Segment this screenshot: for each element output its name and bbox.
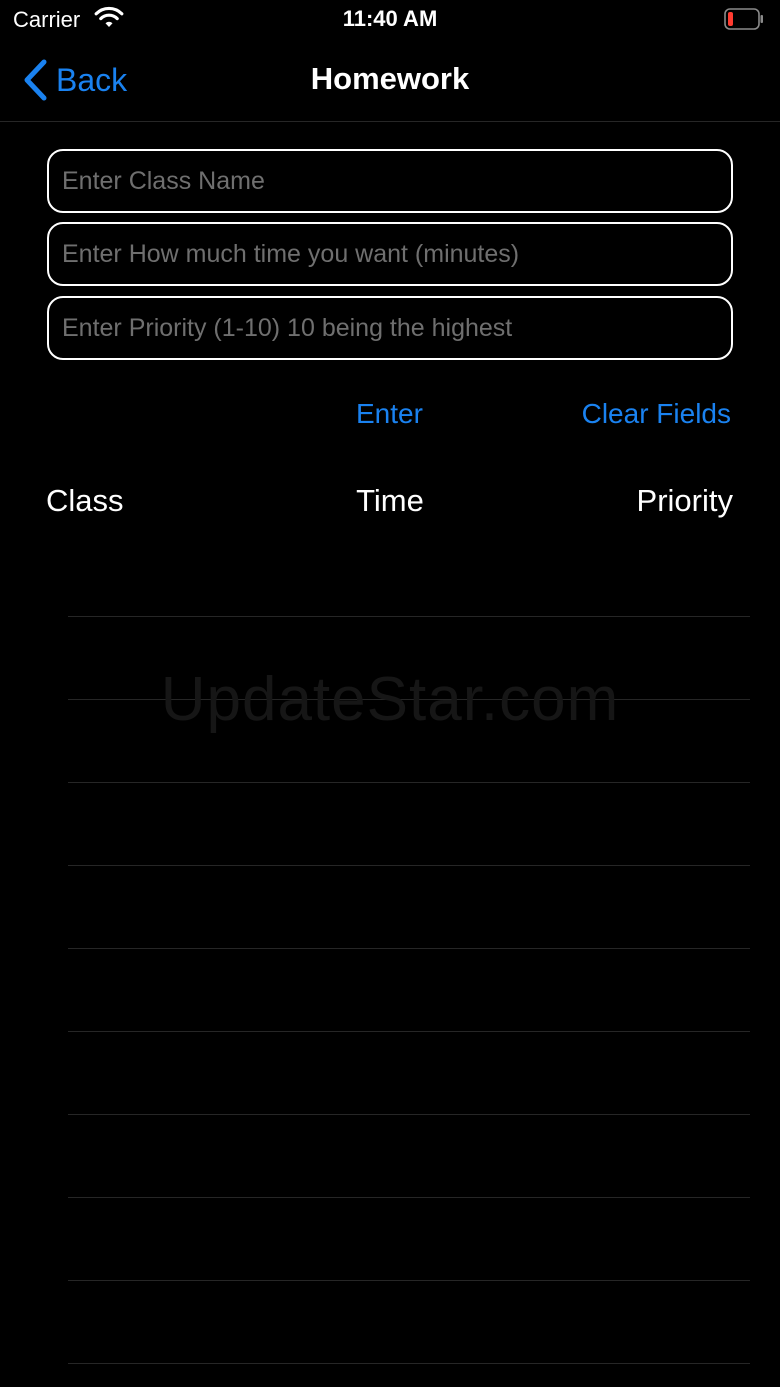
table-row-separator — [68, 1031, 750, 1032]
table-row-separator — [68, 948, 750, 949]
table-row-separator — [68, 1114, 750, 1115]
table-row-separator — [68, 1280, 750, 1281]
homework-table[interactable] — [0, 534, 780, 1387]
priority-input[interactable] — [47, 296, 733, 360]
table-row-separator — [68, 1363, 750, 1364]
page-title: Homework — [310, 61, 470, 96]
table-row-separator — [68, 616, 750, 617]
time-minutes-input[interactable] — [47, 222, 733, 286]
navigation-bar: Back Homework — [0, 40, 780, 122]
enter-button[interactable]: Enter — [356, 398, 423, 430]
status-bar: Carrier 11:40 AM — [0, 0, 780, 40]
table-row-separator — [68, 865, 750, 866]
status-time: 11:40 AM — [342, 6, 438, 31]
battery-low-icon — [724, 8, 763, 30]
clear-fields-button[interactable]: Clear Fields — [582, 398, 731, 430]
table-row-separator — [68, 699, 750, 700]
class-name-input[interactable] — [47, 149, 733, 213]
column-header-priority: Priority — [636, 483, 733, 518]
table-row-separator — [68, 782, 750, 783]
table-row-separator — [68, 1197, 750, 1198]
